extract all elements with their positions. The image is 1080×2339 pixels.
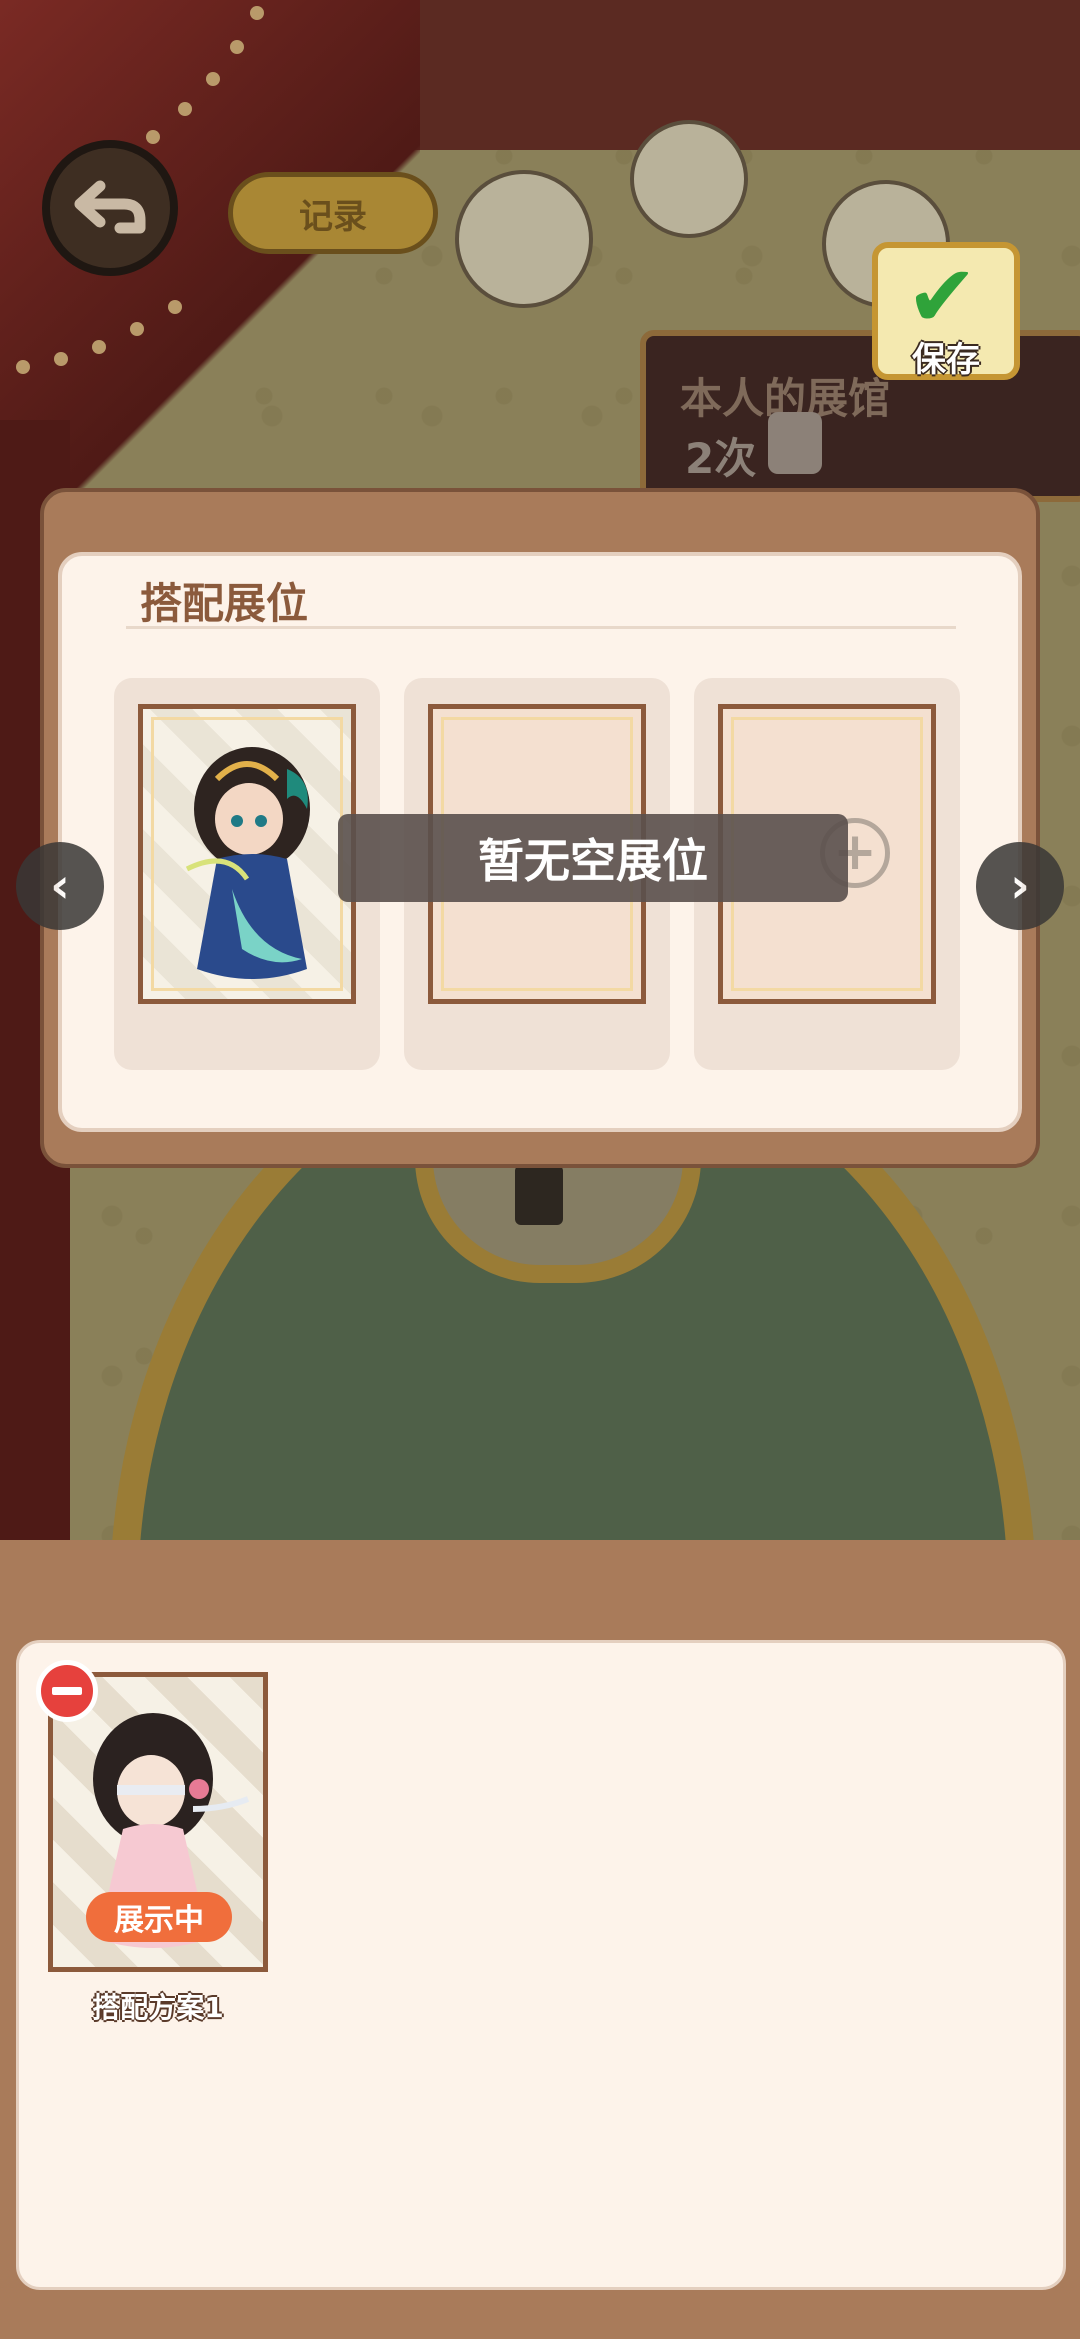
save-label: 保存 <box>912 340 980 380</box>
save-button[interactable]: ✔ 保存 <box>872 242 1020 380</box>
lamp-bulb <box>630 120 748 238</box>
lamp-bulb <box>455 170 593 308</box>
slot-panel-title: 搭配展位 <box>140 579 309 628</box>
like-count: 2次 <box>685 434 757 483</box>
divider <box>126 626 956 629</box>
thumbs-up-icon <box>768 412 822 474</box>
showing-badge: 展示中 <box>86 1892 232 1942</box>
checkmark-icon: ✔ <box>906 247 979 347</box>
back-arrow-icon <box>74 180 146 234</box>
back-button[interactable] <box>42 140 178 276</box>
slot-card-frame <box>138 704 356 1004</box>
outfit-scheme-name: 搭配方案1 <box>92 1991 224 2024</box>
prev-arrow-button[interactable]: ‹ <box>16 842 104 930</box>
slot-card-border <box>151 717 343 991</box>
mirror-knob <box>515 1165 563 1225</box>
record-button[interactable]: 记录 <box>228 172 438 254</box>
toast-message: 暂无空展位 <box>338 814 848 902</box>
next-arrow-button[interactable]: › <box>976 842 1064 930</box>
minus-glyph <box>52 1687 82 1695</box>
remove-icon[interactable] <box>36 1660 98 1722</box>
